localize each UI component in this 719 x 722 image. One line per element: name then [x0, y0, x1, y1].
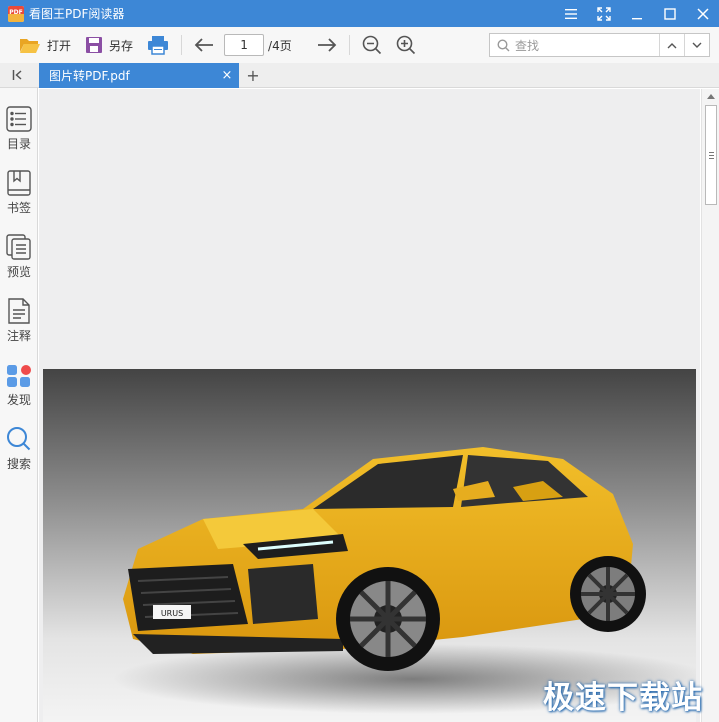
list-icon [6, 106, 32, 132]
print-button[interactable] [147, 31, 169, 59]
minimize-icon [631, 17, 642, 19]
title-bar: PDF 看图王PDF阅读器 [0, 0, 719, 27]
zoom-out-icon [362, 35, 381, 55]
fullscreen-icon [596, 6, 611, 21]
next-page-button[interactable] [317, 31, 337, 59]
annotation-icon [8, 298, 30, 324]
sidebar-item-discover[interactable]: 发现 [0, 360, 38, 416]
search-box: 查找 [489, 33, 710, 57]
menu-button[interactable] [554, 0, 587, 27]
printer-icon [148, 36, 169, 55]
save-icon [86, 37, 103, 53]
sidebar-item-bookmarks[interactable]: 书签 [0, 168, 38, 224]
open-button[interactable]: 打开 [19, 31, 71, 59]
prev-page-button[interactable] [194, 31, 214, 59]
arrow-left-icon [194, 38, 214, 52]
arrow-right-icon [317, 38, 336, 52]
collapse-left-icon [12, 70, 22, 80]
close-window-button[interactable] [686, 0, 719, 27]
add-tab-button[interactable]: + [243, 63, 263, 87]
scroll-up-icon [707, 93, 715, 99]
tab-document[interactable]: 图片转PDF.pdf × [39, 63, 239, 88]
maximize-icon [663, 7, 676, 20]
sidebar-item-annotations[interactable]: 注释 [0, 296, 38, 352]
collapse-sidebar-button[interactable] [0, 63, 38, 87]
maximize-button[interactable] [653, 0, 686, 27]
search-prev-button[interactable] [659, 34, 684, 56]
bookmark-icon [7, 170, 31, 196]
folder-open-icon [20, 39, 40, 53]
close-icon [696, 7, 709, 20]
document-viewer[interactable]: URUS [39, 89, 700, 722]
zoom-in-button[interactable] [396, 31, 416, 59]
window-title: 看图王PDF阅读器 [29, 7, 125, 21]
fullscreen-button[interactable] [587, 0, 620, 27]
sidebar-item-preview[interactable]: 预览 [0, 232, 38, 288]
minimize-button[interactable] [620, 0, 653, 27]
discover-icon [7, 365, 31, 387]
sidebar-item-search[interactable]: 搜索 [0, 424, 38, 480]
chevron-down-icon [692, 42, 702, 48]
vertical-scrollbar[interactable] [701, 89, 719, 722]
hamburger-icon [564, 8, 577, 19]
car-photo: URUS [43, 369, 696, 722]
toolbar-separator [181, 35, 183, 55]
tab-label: 图片转PDF.pdf [49, 69, 130, 83]
sidebar: 目录 书签 预览 注释 发现 搜索 [0, 88, 38, 722]
app-logo-icon: PDF [8, 5, 24, 22]
scroll-up-button[interactable] [702, 89, 719, 103]
save-as-button[interactable]: 另存 [85, 31, 133, 59]
tab-close-icon[interactable]: × [215, 68, 239, 83]
tab-bar: 图片转PDF.pdf × + [0, 63, 719, 88]
scrollbar-thumb[interactable] [705, 105, 717, 205]
sidebar-item-contents[interactable]: 目录 [0, 104, 38, 160]
zoom-out-button[interactable] [362, 31, 382, 59]
page-total: /4页 [268, 38, 292, 53]
search-icon [7, 427, 31, 451]
pdf-page: URUS [43, 369, 696, 722]
preview-icon [6, 234, 31, 260]
svg-text:URUS: URUS [161, 609, 183, 618]
search-input[interactable]: 查找 [515, 37, 659, 54]
zoom-in-icon [396, 35, 415, 55]
toolbar-separator [348, 35, 350, 55]
toolbar: 打开 另存 1 /4页 查找 [0, 27, 719, 63]
search-next-button[interactable] [684, 34, 709, 56]
chevron-up-icon [667, 42, 677, 48]
watermark: 极速下载站 [543, 680, 703, 716]
page-number-input[interactable]: 1 [224, 34, 265, 56]
search-icon [497, 38, 510, 51]
